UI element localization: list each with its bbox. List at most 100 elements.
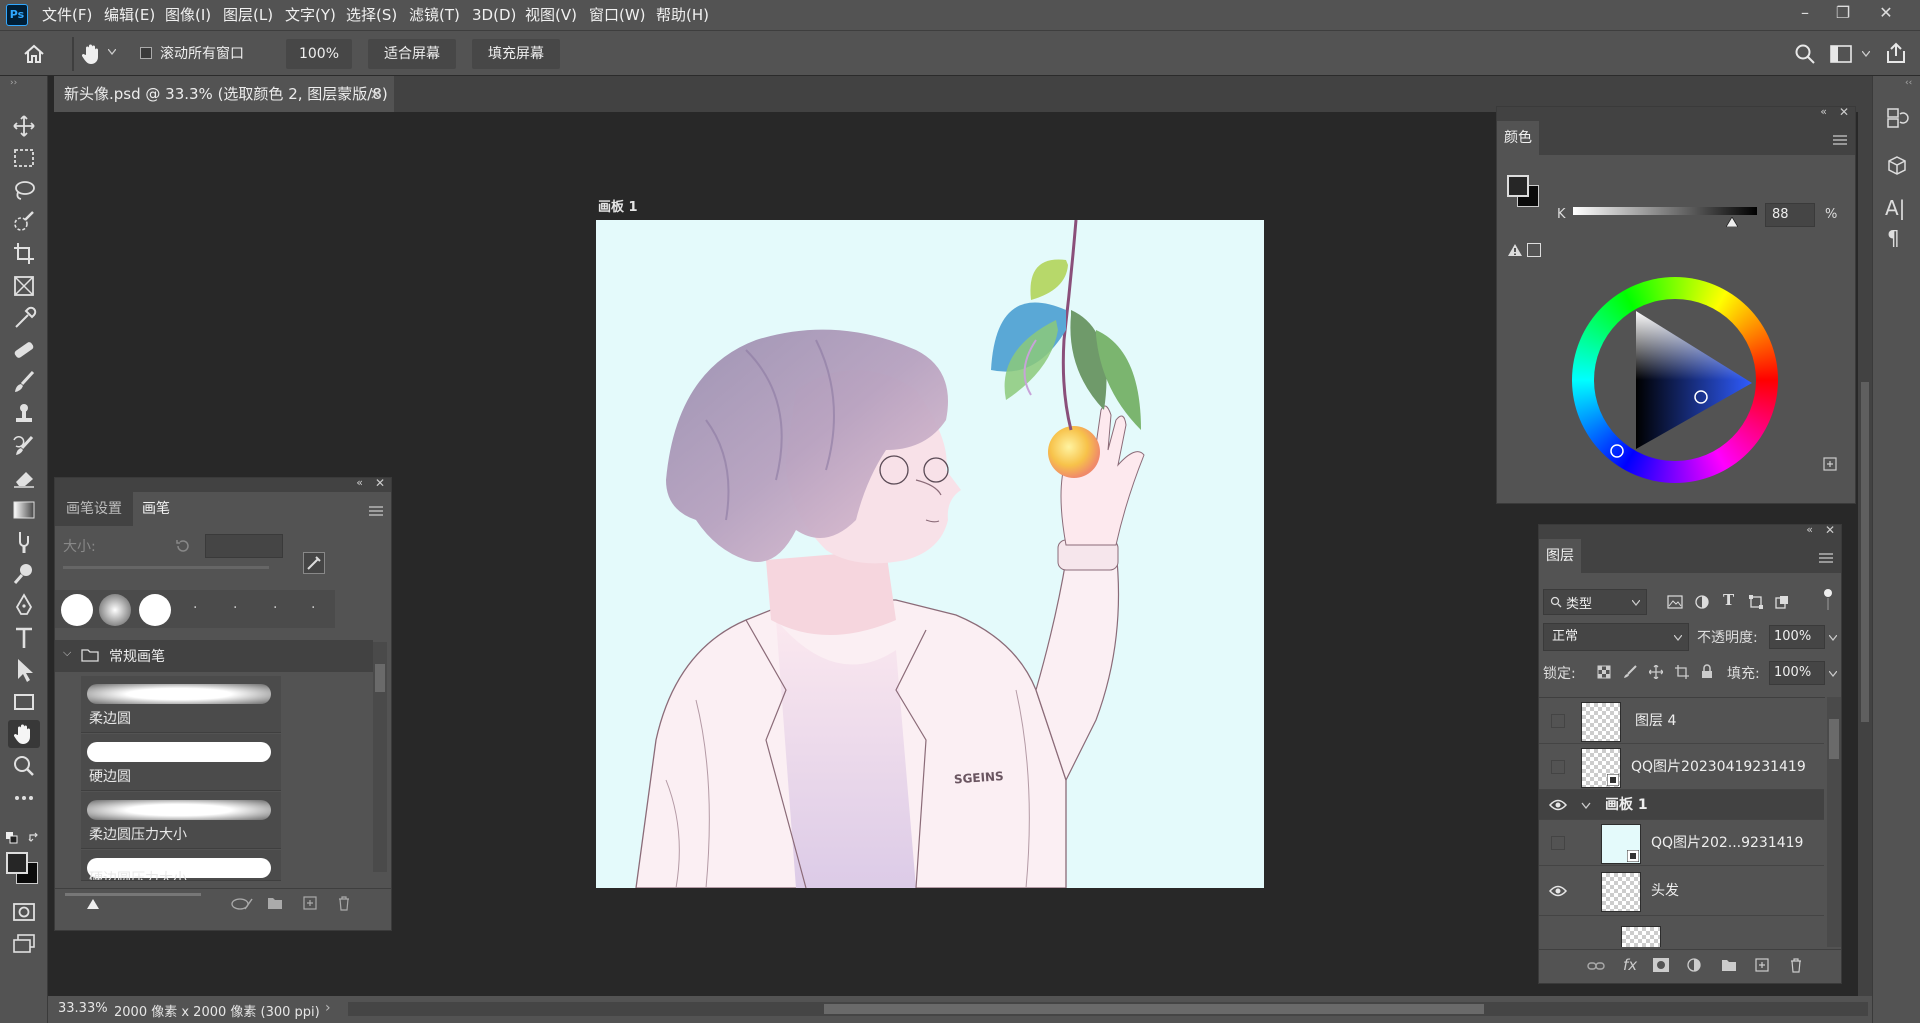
more-tools-icon[interactable] [8, 784, 40, 812]
menu-file[interactable]: 文件(F) [42, 0, 92, 30]
add-swatch-icon[interactable] [1823, 457, 1837, 471]
lock-transparent-icon[interactable] [1597, 665, 1611, 679]
delete-icon[interactable] [337, 895, 351, 911]
layer-row[interactable]: 头发 [1539, 866, 1824, 916]
warning-icon[interactable] [1507, 243, 1523, 257]
menu-window[interactable]: 窗口(W) [589, 0, 646, 30]
filter-smart-object-icon[interactable] [1775, 595, 1789, 609]
dodge-tool-icon[interactable] [8, 560, 40, 588]
blend-mode-select[interactable]: 正常 [1543, 623, 1689, 651]
zoom-tool-icon[interactable] [8, 752, 40, 780]
filter-type-icon[interactable]: T [1723, 591, 1734, 609]
pen-tool-icon[interactable] [8, 592, 40, 620]
menu-3d[interactable]: 3D(D) [472, 0, 516, 30]
quick-selection-tool-icon[interactable] [8, 208, 40, 236]
recent-brush-4[interactable]: · [193, 600, 197, 616]
collapse-panel-icon[interactable]: « [1820, 105, 1827, 118]
fill-screen-button[interactable]: 填充屏幕 [472, 39, 560, 69]
character-panel-icon[interactable]: A| [1885, 196, 1909, 220]
new-group-icon[interactable] [1721, 959, 1737, 972]
filter-adjustment-icon[interactable] [1695, 595, 1709, 609]
panel-menu-icon[interactable] [1819, 553, 1833, 563]
menu-edit[interactable]: 编辑(E) [104, 0, 155, 30]
artboard-group-row[interactable]: 画板 1 [1539, 790, 1824, 820]
restore-icon[interactable]: ❐ [1823, 0, 1863, 26]
k-value-input[interactable]: 88 [1765, 203, 1815, 227]
menu-view[interactable]: 视图(V) [525, 0, 577, 30]
new-brush-icon[interactable] [303, 552, 325, 574]
panel-menu-icon[interactable] [1833, 135, 1847, 145]
brush-list-scrollbar[interactable] [373, 642, 387, 872]
minimize-icon[interactable]: – [1785, 0, 1825, 26]
brush-item-hard-round[interactable]: 硬边圆 [81, 734, 281, 791]
status-menu-arrow[interactable]: › [325, 1000, 331, 1016]
layers-scrollbar[interactable] [1827, 697, 1841, 947]
tab-layers[interactable]: 图层 [1539, 539, 1581, 573]
filter-pixel-icon[interactable] [1667, 595, 1683, 609]
close-window-icon[interactable]: ✕ [1866, 0, 1906, 26]
add-mask-icon[interactable] [1653, 958, 1669, 972]
fill-input[interactable]: 100% [1769, 661, 1825, 685]
smudge-tool-icon[interactable] [8, 528, 40, 556]
gradient-tool-icon[interactable] [8, 496, 40, 524]
artboard-label[interactable]: 画板 1 [598, 196, 638, 215]
tab-brush-settings[interactable]: 画笔设置 [55, 492, 133, 526]
workspace-chevron-icon[interactable] [1862, 51, 1870, 57]
brush-tool-icon[interactable] [8, 368, 40, 396]
recent-brush-5[interactable]: · [233, 600, 237, 616]
collapse-dock-icon[interactable]: ‹‹ [1905, 78, 1912, 88]
horizontal-scrollbar[interactable] [348, 1002, 1868, 1016]
type-tool-icon[interactable] [8, 624, 40, 652]
collapse-panel-icon[interactable]: « [356, 476, 363, 489]
slider-thumb-icon[interactable] [87, 899, 99, 909]
eyedropper-tool-icon[interactable] [8, 304, 40, 332]
menu-type[interactable]: 文字(Y) [285, 0, 336, 30]
document-info[interactable]: 2000 像素 x 2000 像素 (300 ppi) [114, 1001, 320, 1020]
canvas-artwork[interactable]: SGEINS [596, 220, 1264, 888]
recent-brush-3[interactable] [139, 594, 171, 626]
frame-tool-icon[interactable] [8, 272, 40, 300]
stamp-tool-icon[interactable] [8, 400, 40, 428]
rectangle-tool-icon[interactable] [8, 688, 40, 716]
layer-filter-select[interactable]: 类型 [1543, 589, 1647, 615]
visibility-toggle-off[interactable] [1551, 760, 1565, 774]
close-panel-icon[interactable]: ✕ [1825, 523, 1835, 537]
close-panel-icon[interactable]: ✕ [375, 476, 385, 490]
foreground-color-swatch[interactable] [6, 852, 28, 874]
workspace-icon[interactable] [1830, 45, 1852, 63]
eye-icon[interactable] [1549, 798, 1567, 812]
opacity-input[interactable]: 100% [1769, 625, 1825, 649]
zoom-level[interactable]: 33.33% [58, 1001, 108, 1016]
lock-position-icon[interactable] [1649, 665, 1663, 679]
menu-select[interactable]: 选择(S) [346, 0, 397, 30]
3d-panel-icon[interactable] [1885, 154, 1909, 178]
fit-screen-button[interactable]: 适合屏幕 [368, 39, 456, 69]
hand-tool-icon[interactable] [8, 720, 40, 748]
menu-image[interactable]: 图像(I) [165, 0, 211, 30]
close-panel-icon[interactable]: ✕ [1839, 105, 1849, 119]
marquee-tool-icon[interactable] [8, 144, 40, 172]
delete-layer-icon[interactable] [1789, 957, 1803, 973]
menu-help[interactable]: 帮助(H) [656, 0, 709, 30]
healing-brush-tool-icon[interactable] [8, 336, 40, 364]
k-slider-track[interactable] [1573, 207, 1757, 215]
fx-icon[interactable]: fx [1623, 956, 1637, 974]
layer-row[interactable]: 图层 4 [1539, 698, 1824, 744]
brush-group-row[interactable]: ⌵ 常规画笔 [55, 640, 373, 672]
filter-toggle[interactable] [1823, 589, 1833, 611]
hand-tool-preset-icon[interactable] [78, 41, 104, 67]
crop-tool-icon[interactable] [8, 240, 40, 268]
quick-mask-icon[interactable] [8, 898, 40, 926]
panel-menu-icon[interactable] [369, 506, 383, 516]
preview-size-slider[interactable] [65, 893, 201, 896]
new-brush-preset-icon[interactable] [303, 896, 317, 910]
eraser-tool-icon[interactable] [8, 464, 40, 492]
recent-brush-1[interactable] [61, 594, 93, 626]
photoshop-logo-icon[interactable]: Ps [6, 4, 28, 26]
scroll-all-checkbox[interactable] [140, 47, 152, 59]
document-tab[interactable]: 新头像.psd @ 33.3% (选取颜色 2, 图层蒙版/8) × [54, 76, 394, 112]
path-selection-tool-icon[interactable] [8, 656, 40, 684]
color-wheel[interactable] [1572, 277, 1778, 483]
lasso-tool-icon[interactable] [8, 176, 40, 204]
paragraph-panel-icon[interactable]: ¶ [1887, 226, 1911, 250]
